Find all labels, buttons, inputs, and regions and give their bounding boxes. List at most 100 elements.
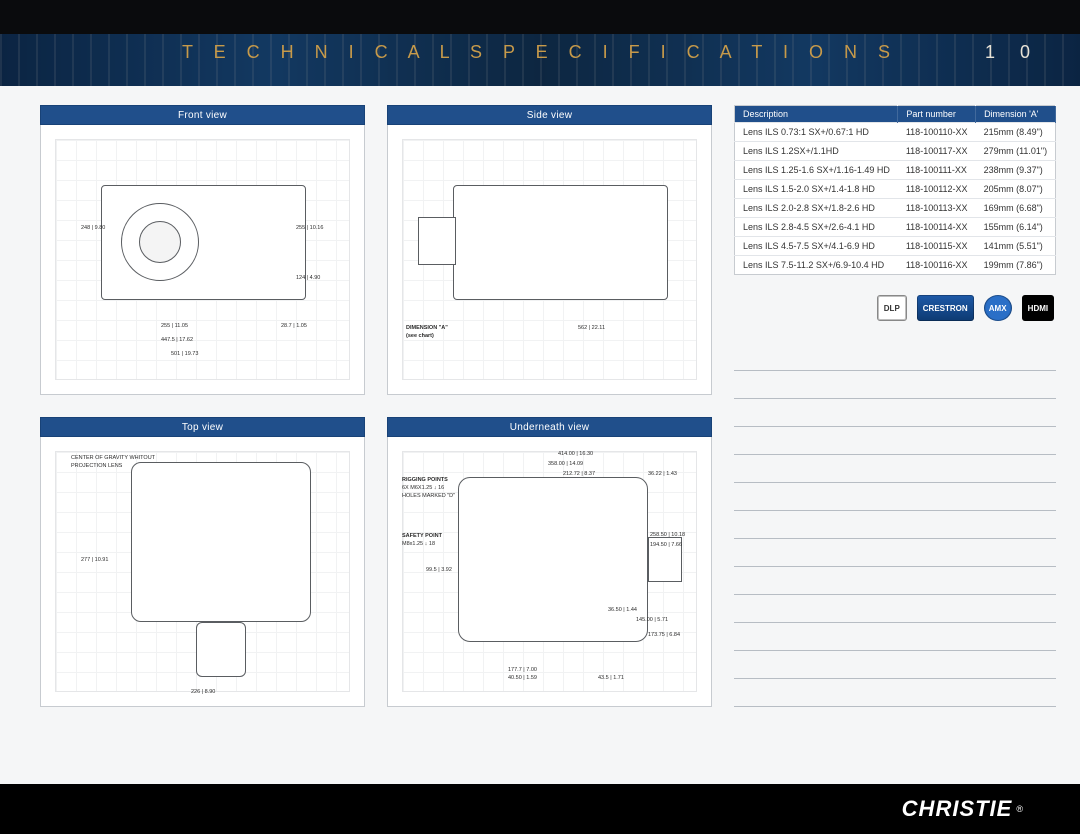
- dim-label: 177.7 | 7.00: [508, 667, 537, 673]
- panel-header-side: Side view: [387, 105, 712, 125]
- table-row: Lens ILS 1.25-1.6 SX+/1.16-1.49 HD118-10…: [735, 161, 1056, 180]
- dim-label: 99.5 | 3.92: [426, 567, 452, 573]
- cell-desc: Lens ILS 1.2SX+/1.1HD: [735, 142, 898, 161]
- table-row: Lens ILS 1.2SX+/1.1HD118-100117-XX279mm …: [735, 142, 1056, 161]
- cell-desc: Lens ILS 0.73:1 SX+/0.67:1 HD: [735, 123, 898, 142]
- amx-logo-icon: AMX: [984, 295, 1012, 321]
- projector-under-body: [458, 477, 648, 642]
- cell-part: 118-100114-XX: [898, 218, 976, 237]
- table-row: Lens ILS 1.5-2.0 SX+/1.4-1.8 HD118-10011…: [735, 180, 1056, 199]
- dim-label: 36.50 | 1.44: [608, 607, 637, 613]
- table-row: Lens ILS 2.0-2.8 SX+/1.8-2.6 HD118-10011…: [735, 199, 1056, 218]
- cell-desc: Lens ILS 7.5-11.2 SX+/6.9-10.4 HD: [735, 256, 898, 275]
- table-row: Lens ILS 2.8-4.5 SX+/2.6-4.1 HD118-10011…: [735, 218, 1056, 237]
- cell-dim: 279mm (11.01"): [976, 142, 1056, 161]
- cell-dim: 215mm (8.49"): [976, 123, 1056, 142]
- dim-label: 6X M6X1.25 ↓ 16: [402, 485, 444, 491]
- dim-label: 248 | 9.80: [81, 225, 105, 231]
- cell-dim: 238mm (9.37"): [976, 161, 1056, 180]
- panel-underneath-view: Underneath view 414.00 | 16.30 358.00 | …: [387, 417, 712, 707]
- dim-label: (see chart): [406, 333, 434, 339]
- cell-dim: 205mm (8.07"): [976, 180, 1056, 199]
- dlp-logo-icon: DLP: [877, 295, 907, 321]
- panel-body-front: 248 | 9.80 255 | 10.16 124 | 4.90 255 | …: [40, 125, 365, 395]
- cell-desc: Lens ILS 4.5-7.5 SX+/4.1-6.9 HD: [735, 237, 898, 256]
- dim-label: SAFETY POINT: [402, 533, 442, 539]
- dim-label: PROJECTION LENS: [71, 463, 122, 469]
- cell-dim: 141mm (5.51"): [976, 237, 1056, 256]
- panel-body-underneath: 414.00 | 16.30 358.00 | 14.09 212.72 | 8…: [387, 437, 712, 707]
- cell-dim: 155mm (6.14"): [976, 218, 1056, 237]
- col-description: Description: [735, 106, 898, 123]
- projector-side-lens: [418, 217, 456, 265]
- dim-label: 226 | 8.90: [191, 689, 215, 695]
- col-part-number: Part number: [898, 106, 976, 123]
- header-bar: T E C H N I C A L S P E C I F I C A T I …: [0, 0, 1080, 86]
- dim-label: 358.00 | 14.09: [548, 461, 583, 467]
- panel-side-view: Side view 562 | 22.11 DIMENSION "A" (see…: [387, 105, 712, 395]
- cell-desc: Lens ILS 2.0-2.8 SX+/1.8-2.6 HD: [735, 199, 898, 218]
- dim-label: 501 | 19.73: [171, 351, 198, 357]
- dim-label: 447.5 | 17.62: [161, 337, 193, 343]
- projector-lens-inner: [139, 221, 181, 263]
- panel-top-view: Top view CENTER OF GRAVITY WHITOUT PROJE…: [40, 417, 365, 707]
- dim-label: 277 | 10.91: [81, 557, 108, 563]
- dim-label: 173.75 | 6.84: [648, 632, 680, 638]
- panel-header-top: Top view: [40, 417, 365, 437]
- panel-header-front: Front view: [40, 105, 365, 125]
- dim-label: 562 | 22.11: [578, 325, 605, 331]
- main-grid: Front view 248 | 9.80 255 | 10.16 124 | …: [40, 105, 1040, 774]
- table-row: Lens ILS 0.73:1 SX+/0.67:1 HD118-100110-…: [735, 123, 1056, 142]
- projector-top-lens: [196, 622, 246, 677]
- dim-label: 258.50 | 10.18: [650, 532, 685, 538]
- dim-label: 255 | 11.05: [161, 323, 188, 329]
- projector-side-body: [453, 185, 668, 300]
- dim-label: 414.00 | 16.30: [558, 451, 593, 457]
- dim-label: M8x1.25 ↓ 18: [402, 541, 435, 547]
- page-number: 1 0: [985, 42, 1040, 63]
- dim-label: 124 | 4.90: [296, 275, 320, 281]
- cell-desc: Lens ILS 1.5-2.0 SX+/1.4-1.8 HD: [735, 180, 898, 199]
- projector-top-body: [131, 462, 311, 622]
- registered-icon: ®: [1016, 804, 1024, 814]
- panel-header-underneath: Underneath view: [387, 417, 712, 437]
- right-column: Description Part number Dimension 'A' Le…: [734, 105, 1056, 707]
- cell-part: 118-100117-XX: [898, 142, 976, 161]
- cell-part: 118-100115-XX: [898, 237, 976, 256]
- cell-dim: 199mm (7.86"): [976, 256, 1056, 275]
- table-row: Lens ILS 4.5-7.5 SX+/4.1-6.9 HD118-10011…: [735, 237, 1056, 256]
- dim-label: 255 | 10.16: [296, 225, 323, 231]
- cell-dim: 169mm (6.68"): [976, 199, 1056, 218]
- panel-front-view: Front view 248 | 9.80 255 | 10.16 124 | …: [40, 105, 365, 395]
- cell-desc: Lens ILS 1.25-1.6 SX+/1.16-1.49 HD: [735, 161, 898, 180]
- brand-logo: CHRISTIE ®: [902, 796, 1024, 822]
- dim-label: DIMENSION "A": [406, 325, 448, 331]
- dim-label: 43.5 | 1.71: [598, 675, 624, 681]
- brand-name: CHRISTIE: [902, 796, 1013, 822]
- cell-part: 118-100116-XX: [898, 256, 976, 275]
- crestron-logo-icon: CRESTRON: [917, 295, 974, 321]
- dim-label: 28.7 | 1.05: [281, 323, 307, 329]
- dim-label: 212.72 | 8.37: [563, 471, 595, 477]
- dim-label: 36.22 | 1.43: [648, 471, 677, 477]
- cell-desc: Lens ILS 2.8-4.5 SX+/2.6-4.1 HD: [735, 218, 898, 237]
- panel-body-side: 562 | 22.11 DIMENSION "A" (see chart): [387, 125, 712, 395]
- page-title: T E C H N I C A L S P E C I F I C A T I …: [0, 42, 1080, 63]
- footer-bar: CHRISTIE ®: [0, 784, 1080, 834]
- cell-part: 118-100111-XX: [898, 161, 976, 180]
- cell-part: 118-100110-XX: [898, 123, 976, 142]
- dim-label: 145.00 | 5.71: [636, 617, 668, 623]
- cell-part: 118-100113-XX: [898, 199, 976, 218]
- hdmi-logo-icon: HDMI: [1022, 295, 1054, 321]
- panel-body-top: CENTER OF GRAVITY WHITOUT PROJECTION LEN…: [40, 437, 365, 707]
- table-row: Lens ILS 7.5-11.2 SX+/6.9-10.4 HD118-100…: [735, 256, 1056, 275]
- certification-logos: DLP CRESTRON AMX HDMI: [734, 295, 1056, 321]
- dim-label: 194.50 | 7.66: [650, 542, 682, 548]
- dim-label: HOLES MARKED "D": [402, 493, 455, 499]
- dim-label: RIGGING POINTS: [402, 477, 448, 483]
- cell-part: 118-100112-XX: [898, 180, 976, 199]
- dim-label: 40.50 | 1.59: [508, 675, 537, 681]
- table-header-row: Description Part number Dimension 'A': [735, 106, 1056, 123]
- col-dimension-a: Dimension 'A': [976, 106, 1056, 123]
- ruled-notes-area: [734, 343, 1056, 707]
